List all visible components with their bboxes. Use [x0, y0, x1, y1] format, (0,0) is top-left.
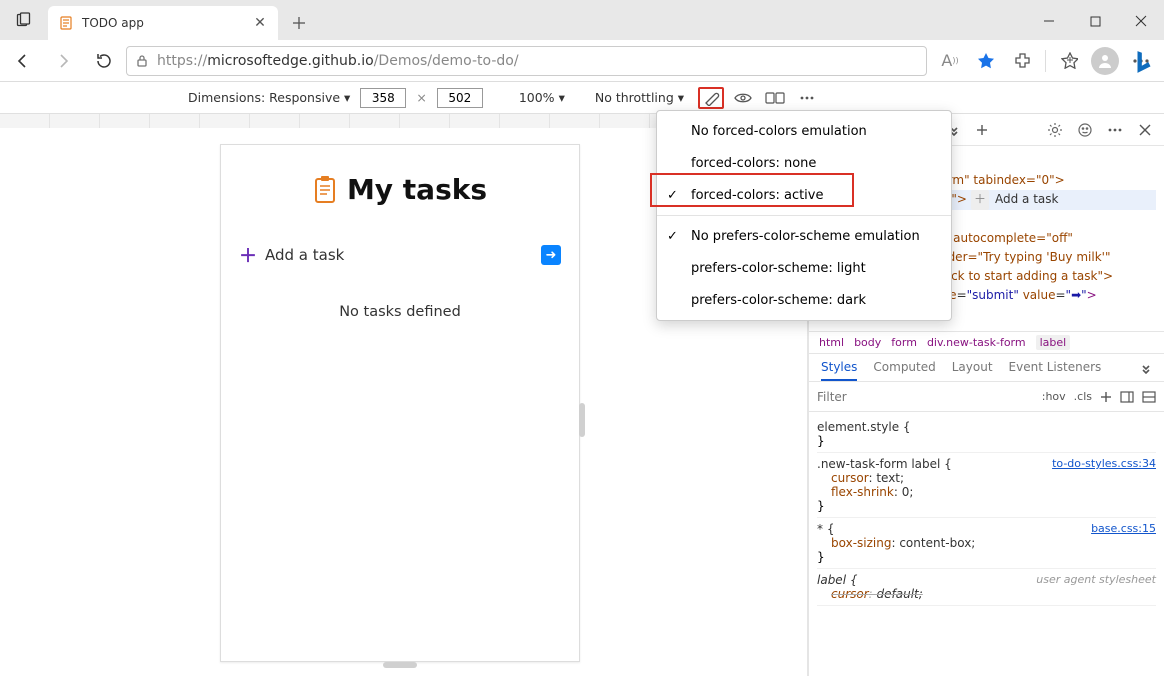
- computed-sidebar-icon[interactable]: [1120, 391, 1134, 403]
- dom-breadcrumb[interactable]: html body form div.new-task-form label: [809, 332, 1164, 354]
- resize-handle-right[interactable]: [579, 403, 585, 437]
- menu-item-color-scheme-dark[interactable]: prefers-color-scheme: dark: [657, 284, 951, 316]
- devtools-more-icon[interactable]: [1102, 117, 1128, 143]
- width-input[interactable]: [360, 88, 406, 108]
- close-tab-icon[interactable]: ✕: [252, 15, 268, 31]
- new-rule-icon[interactable]: [1100, 391, 1112, 403]
- tab-title: TODO app: [82, 16, 244, 30]
- rendering-emulation-button[interactable]: [698, 87, 724, 109]
- highlight-annotation: [650, 173, 854, 207]
- browser-toolbar: https://microsoftedge.github.io/Demos/de…: [0, 40, 1164, 82]
- menu-separator: [657, 215, 951, 216]
- style-rule[interactable]: base.css:15 * { box-sizing: content-box;…: [817, 518, 1156, 569]
- menu-item-color-scheme-light[interactable]: prefers-color-scheme: light: [657, 252, 951, 284]
- tab-actions-icon[interactable]: [0, 0, 48, 40]
- browser-tab[interactable]: TODO app ✕: [48, 6, 278, 40]
- zoom-dropdown[interactable]: 100% ▾: [519, 90, 565, 105]
- layout-sidebar-icon[interactable]: [1142, 391, 1156, 403]
- device-more-icon[interactable]: [794, 87, 820, 109]
- more-styles-tabs-icon[interactable]: [1140, 362, 1152, 374]
- plus-icon: ＋: [239, 242, 257, 268]
- close-devtools-icon[interactable]: [1132, 117, 1158, 143]
- menu-item-no-color-scheme[interactable]: ✓No prefers-color-scheme emulation: [657, 220, 951, 252]
- height-input[interactable]: [437, 88, 483, 108]
- empty-state: No tasks defined: [239, 304, 561, 320]
- minimize-button[interactable]: [1026, 2, 1072, 40]
- style-rule[interactable]: to-do-styles.css:34 .new-task-form label…: [817, 453, 1156, 518]
- extensions-icon[interactable]: [1005, 44, 1039, 78]
- media-emulation-icon[interactable]: [730, 87, 756, 109]
- styles-tab[interactable]: Styles: [821, 354, 857, 381]
- new-tab-icon[interactable]: [969, 117, 995, 143]
- browser-titlebar: TODO app ✕: [0, 0, 1164, 40]
- event-listeners-tab[interactable]: Event Listeners: [1009, 354, 1102, 381]
- styles-filter-row: :hov .cls: [809, 382, 1164, 412]
- new-tab-button[interactable]: [284, 8, 314, 38]
- style-rule[interactable]: user agent stylesheet label { cursor: de…: [817, 569, 1156, 606]
- device-toolbar: Dimensions: Responsive ▾ × 100% ▾ No thr…: [0, 82, 1164, 114]
- profile-avatar[interactable]: [1088, 44, 1122, 78]
- styles-filter-input[interactable]: [809, 390, 1042, 404]
- toolbar-right: A)): [933, 44, 1158, 78]
- refresh-button[interactable]: [86, 44, 120, 78]
- menu-item-no-forced-colors[interactable]: No forced-colors emulation: [657, 115, 951, 147]
- add-task-input[interactable]: ＋ Add a task ➜: [239, 242, 561, 268]
- layout-tab[interactable]: Layout: [952, 354, 993, 381]
- dimensions-dropdown[interactable]: Dimensions: Responsive ▾: [188, 90, 350, 105]
- add-task-label: Add a task: [265, 246, 344, 264]
- address-bar[interactable]: https://microsoftedge.github.io/Demos/de…: [126, 46, 927, 76]
- throttling-dropdown[interactable]: No throttling ▾: [595, 90, 684, 105]
- lock-icon: [135, 54, 149, 68]
- url-text: https://microsoftedge.github.io/Demos/de…: [157, 53, 519, 69]
- read-aloud-icon[interactable]: A)): [933, 44, 967, 78]
- back-button[interactable]: [6, 44, 40, 78]
- close-window-button[interactable]: [1118, 2, 1164, 40]
- computed-tab[interactable]: Computed: [873, 354, 935, 381]
- resize-handle-bottom[interactable]: [383, 662, 417, 668]
- favicon-icon: [58, 15, 74, 31]
- device-posture-icon[interactable]: [762, 87, 788, 109]
- forward-button: [46, 44, 80, 78]
- bing-sidebar-icon[interactable]: [1128, 46, 1160, 78]
- checkmark-icon: ✓: [667, 229, 678, 244]
- styles-tabstrip: Styles Computed Layout Event Listeners: [809, 354, 1164, 382]
- dimension-x: ×: [416, 90, 426, 105]
- feedback-icon[interactable]: [1072, 117, 1098, 143]
- style-rule[interactable]: element.style { }: [817, 416, 1156, 453]
- emulated-viewport[interactable]: My tasks ＋ Add a task ➜ No tasks defined: [220, 144, 580, 662]
- hov-toggle[interactable]: :hov: [1042, 390, 1066, 403]
- rendering-emulation-menu: No forced-colors emulation forced-colors…: [656, 110, 952, 321]
- page-title: My tasks: [239, 173, 561, 206]
- submit-task-button[interactable]: ➜: [541, 245, 561, 265]
- collections-icon[interactable]: [1052, 44, 1086, 78]
- favorite-icon[interactable]: [969, 44, 1003, 78]
- window-controls: [1026, 2, 1164, 40]
- clipboard-icon: [313, 176, 337, 204]
- cls-toggle[interactable]: .cls: [1074, 390, 1092, 403]
- maximize-button[interactable]: [1072, 2, 1118, 40]
- styles-rules[interactable]: element.style { } to-do-styles.css:34 .n…: [809, 412, 1164, 610]
- settings-icon[interactable]: [1042, 117, 1068, 143]
